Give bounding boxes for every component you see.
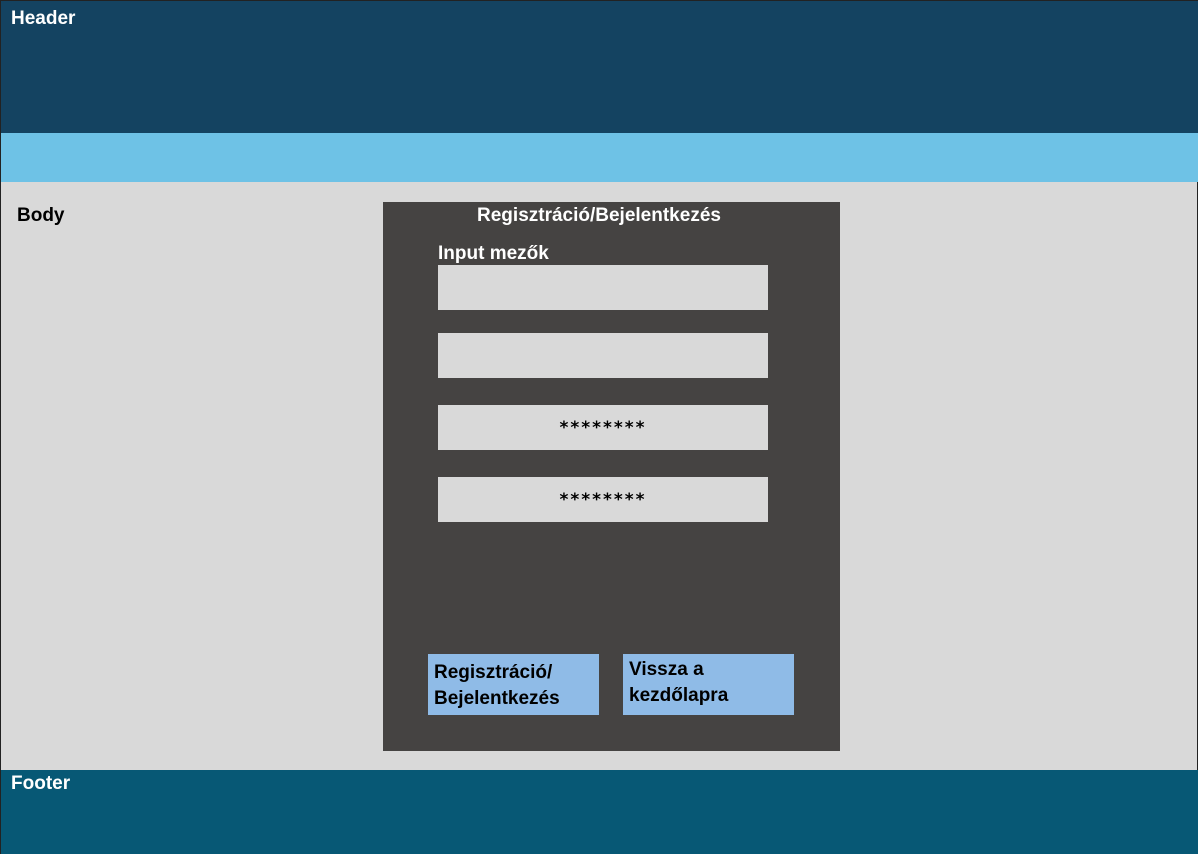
footer-label: Footer [11,773,71,794]
nav-strip [1,133,1198,182]
input-field-1[interactable] [438,265,768,310]
inputs-label: Input mezők [438,243,549,264]
password-confirm-field[interactable] [438,477,768,522]
header-label: Header [11,8,76,29]
panel-title: Regisztráció/Bejelentkezés [477,205,721,226]
register-login-button[interactable]: Regisztráció/ Bejelentkezés [428,654,599,715]
body-label: Body [17,205,65,226]
page: Header Body Regisztráció/Bejelentkezés I… [0,0,1198,854]
footer: Footer [1,770,1198,854]
password-field[interactable] [438,405,768,450]
input-field-2[interactable] [438,333,768,378]
header: Header [1,1,1198,133]
back-to-home-button[interactable]: Vissza a kezdőlapra [623,654,794,715]
auth-panel: Regisztráció/Bejelentkezés Input mezők R… [383,202,840,751]
